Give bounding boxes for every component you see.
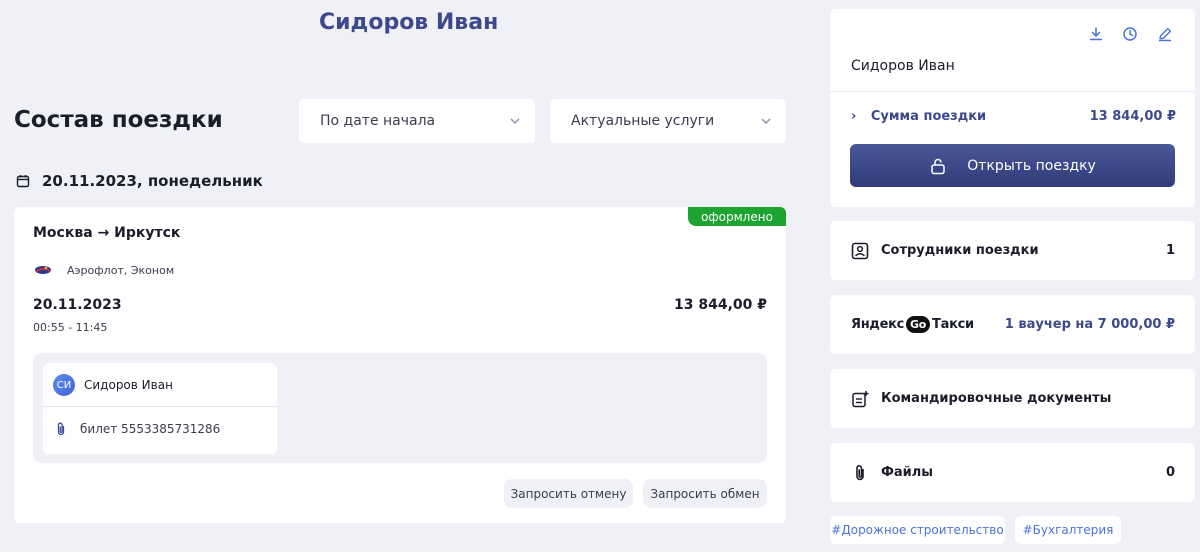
request-cancel-button[interactable]: Запросить отмену [504,479,633,508]
divider [43,406,277,407]
paperclip-icon [856,464,864,480]
flight-card: оформлено Москва → Иркутск Аэрофлот, Эко… [14,207,786,523]
trip-sum-value: 13 844,00 ₽ [1089,109,1176,124]
tag-accounting[interactable]: #Бухгалтерия [1015,516,1121,544]
chevron-down-icon [761,118,771,125]
request-exchange-button[interactable]: Запросить обмен [643,479,767,508]
edit-icon[interactable] [1157,26,1173,42]
services-select[interactable]: Актуальные услуги [550,99,786,143]
yandex-go-taxi-logo: Яндекс Go Такси [851,316,974,333]
paperclip-icon [57,422,65,436]
traveler-header: СИ Сидоров Иван [53,374,173,396]
calendar-icon [16,175,30,188]
traveler-name: Сидоров Иван [84,378,173,392]
panel-traveler-name: Сидоров Иван [851,58,955,74]
avatar: СИ [53,374,75,396]
date-heading: 20.11.2023, понедельник [16,172,263,190]
airline-name: Аэрофлот, Эконом [67,263,175,277]
status-badge: оформлено [688,207,786,226]
employees-label: Сотрудники поездки [881,243,1039,258]
traveler-card: СИ Сидоров Иван билет 5553385731286 [43,363,277,454]
trip-summary-panel: Сидоров Иван › Сумма поездки 13 844,00 ₽… [830,9,1195,207]
flight-date: 20.11.2023 [33,297,122,313]
aeroflot-logo-icon [35,266,51,274]
employees-count: 1 [1165,243,1175,258]
open-trip-button[interactable]: Открыть поездку [850,144,1175,187]
tag-road-construction[interactable]: #Дорожное строительство [830,516,1005,544]
date-heading-text: 20.11.2023, понедельник [42,172,263,190]
person-badge-icon [851,242,869,259]
logo-text-taxi: Такси [932,317,974,332]
chevron-down-icon [510,118,520,125]
trip-sum-label: Сумма поездки [870,109,987,124]
files-count: 0 [1165,465,1175,480]
files-label: Файлы [881,465,934,480]
open-trip-label: Открыть поездку [967,157,1096,174]
document-add-icon [852,390,869,407]
services-select-value: Актуальные услуги [571,113,715,129]
ticket-link[interactable]: билет 5553385731286 [55,422,220,436]
trip-employees-row[interactable]: Сотрудники поездки 1 [830,221,1195,280]
airline-row: Аэрофлот, Эконом [33,262,174,278]
trip-sum-row[interactable]: › Сумма поездки 13 844,00 ₽ [851,109,1176,124]
download-icon[interactable] [1088,26,1104,42]
taxi-voucher: 1 ваучер на 7 000,00 ₽ [1004,317,1175,332]
logo-go-badge: Go [906,316,931,333]
divider [830,91,1195,92]
section-title: Состав поездки [14,107,223,133]
traveler-section: СИ Сидоров Иван билет 5553385731286 [33,353,767,463]
files-row[interactable]: Файлы 0 [830,443,1195,502]
yandex-taxi-row[interactable]: Яндекс Go Такси 1 ваучер на 7 000,00 ₽ [830,295,1195,354]
chevron-right-icon: › [851,109,857,124]
unlock-icon [931,158,945,174]
sort-select-value: По дате начала [320,113,436,129]
travel-documents-row[interactable]: Командировочные документы [830,369,1195,428]
logo-text-yandex: Яндекс [851,317,905,332]
sort-select[interactable]: По дате начала [299,99,535,143]
ticket-number: билет 5553385731286 [80,422,221,436]
history-icon[interactable] [1122,26,1138,42]
page-title: Сидоров Иван [319,10,499,35]
documents-label: Командировочные документы [881,391,1112,406]
flight-price: 13 844,00 ₽ [674,297,767,313]
flight-time: 00:55 - 11:45 [33,321,108,334]
flight-route: Москва → Иркутск [33,225,181,241]
